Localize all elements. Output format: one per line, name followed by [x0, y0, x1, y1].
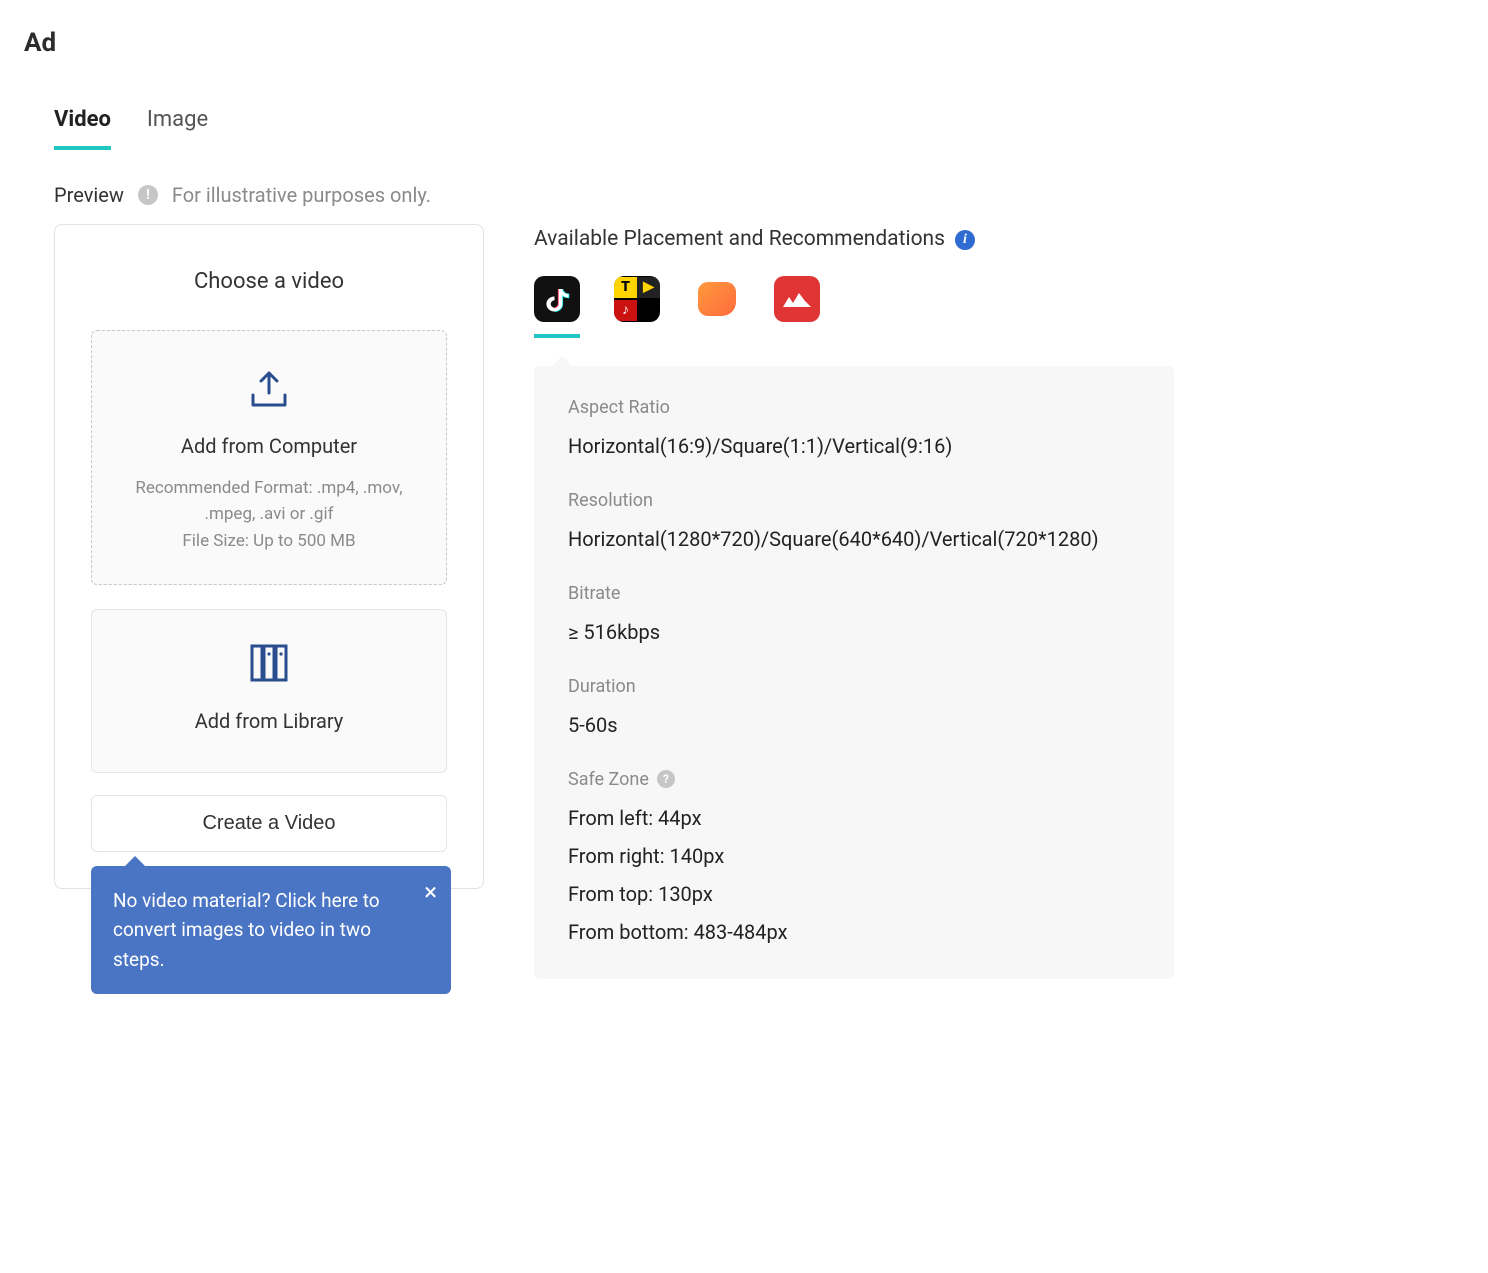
tooltip-close-icon[interactable]: × — [424, 880, 437, 904]
placement-icons: T ▶ ♪ — [534, 276, 1174, 338]
upload-icon — [116, 371, 422, 409]
add-from-library-button[interactable]: Add from Library — [91, 609, 447, 773]
aspect-ratio-label: Aspect Ratio — [568, 394, 1140, 421]
tab-image[interactable]: Image — [147, 103, 208, 150]
bitrate-label: Bitrate — [568, 580, 1140, 607]
duration-label: Duration — [568, 673, 1140, 700]
placement-topbuzz[interactable]: T ▶ ♪ — [614, 276, 660, 338]
format-tabs: Video Image — [24, 103, 1464, 150]
recommended-format: Recommended Format: .mp4, .mov, .mpeg, .… — [116, 475, 422, 528]
bitrate-value: ≥ 516kbps — [568, 613, 1140, 651]
add-from-computer-button[interactable]: Add from Computer Recommended Format: .m… — [91, 330, 447, 585]
aspect-ratio-value: Horizontal(16:9)/Square(1:1)/Vertical(9:… — [568, 427, 1140, 465]
safe-zone-left: From left: 44px — [568, 799, 1140, 837]
help-icon[interactable]: ? — [657, 770, 675, 788]
topbuzz-icon: T ▶ ♪ — [614, 276, 660, 322]
tiktok-icon — [534, 276, 580, 322]
info-icon[interactable]: i — [955, 230, 975, 250]
choose-video-title: Choose a video — [91, 265, 447, 298]
placement-pangle[interactable] — [774, 276, 820, 338]
placements-title: Available Placement and Recommendations — [534, 224, 945, 256]
safe-zone-right: From right: 140px — [568, 837, 1140, 875]
resolution-value: Horizontal(1280*720)/Square(640*640)/Ver… — [568, 520, 1140, 558]
helo-icon — [694, 276, 740, 322]
resolution-label: Resolution — [568, 487, 1140, 514]
create-video-button[interactable]: Create a Video — [91, 795, 447, 852]
pangle-icon — [774, 276, 820, 322]
add-from-library-label: Add from Library — [116, 706, 422, 736]
upload-card: Choose a video Add from Computer Recomme… — [54, 224, 484, 889]
preview-label: Preview — [54, 180, 124, 210]
placement-helo[interactable] — [694, 276, 740, 338]
page-title: Ad — [24, 24, 1464, 63]
placement-tiktok[interactable] — [534, 276, 580, 338]
add-from-computer-label: Add from Computer — [116, 431, 422, 461]
safe-zone-bottom: From bottom: 483-484px — [568, 913, 1140, 951]
specs-panel: Aspect Ratio Horizontal(16:9)/Square(1:1… — [534, 366, 1174, 979]
tab-video[interactable]: Video — [54, 103, 111, 150]
preview-row: Preview ! For illustrative purposes only… — [24, 180, 1464, 210]
duration-value: 5-60s — [568, 706, 1140, 744]
safe-zone-top: From top: 130px — [568, 875, 1140, 913]
tooltip-text: No video material? Click here to convert… — [113, 889, 380, 971]
info-icon: ! — [138, 185, 158, 205]
preview-note: For illustrative purposes only. — [172, 180, 431, 210]
library-icon — [116, 642, 422, 684]
file-size-note: File Size: Up to 500 MB — [116, 528, 422, 554]
safe-zone-label: Safe Zone — [568, 766, 649, 793]
create-video-tooltip: No video material? Click here to convert… — [91, 866, 451, 994]
